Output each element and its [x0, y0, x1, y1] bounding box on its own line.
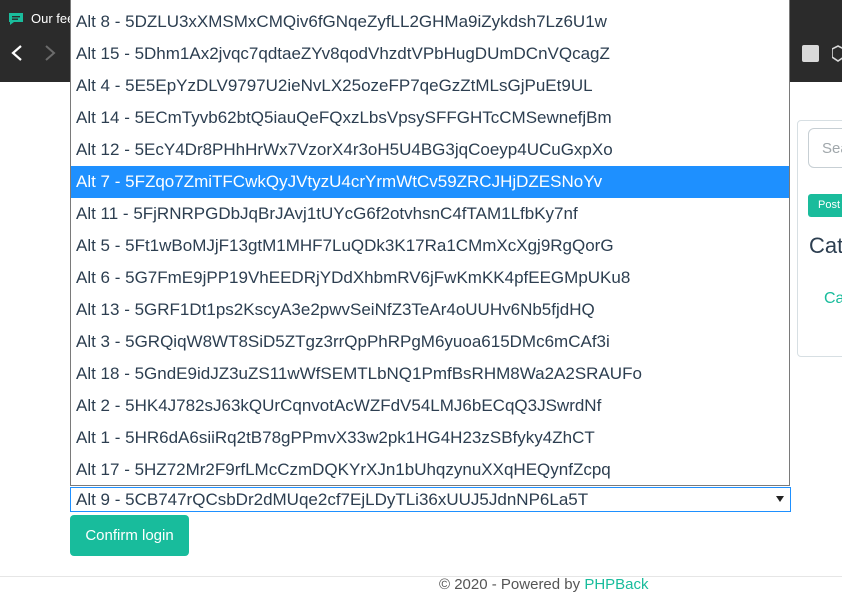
login-account-dropdown-list: Alt 8 - 5DZLU3xXMSMxCMQiv6fGNqeZyfLL2GHM… [70, 0, 790, 486]
browser-tab-title[interactable]: Our fee [31, 11, 74, 26]
footer-copyright: © 2020 - Powered by [439, 576, 585, 593]
dropdown-option[interactable]: Alt 3 - 5GRQiqW8WT8SiD5ZTgz3rrQpPhRPgM6y… [71, 326, 789, 358]
dropdown-option[interactable]: Alt 12 - 5EcY4Dr8PHhHrWx7VzorX4r3oH5U4BG… [71, 134, 789, 166]
dropdown-option[interactable]: Alt 6 - 5G7FmE9jPP19VhEEDRjYDdXhbmRV6jFw… [71, 262, 789, 294]
dropdown-option[interactable]: Alt 13 - 5GRF1Dt1ps2KscyA3e2pwvSeiNfZ3Te… [71, 294, 789, 326]
sidebar-search-input[interactable]: Sea [808, 128, 842, 168]
page: Our fee Sea Post Cat Ca Alt 8 - 5DZLU3xX… [0, 0, 842, 595]
dropdown-option[interactable]: Alt 14 - 5ECmTyvb62btQ5iauQeFQxzLbsVpsyS… [71, 102, 789, 134]
dropdown-option[interactable]: Alt 15 - 5Dhm1Ax2jvqc7qdtaeZYv8qodVhzdtV… [71, 38, 789, 70]
dropdown-option[interactable]: Alt 17 - 5HZ72Mr2F9rfLMcCzmDQKYrXJn1bUhq… [71, 454, 789, 485]
dropdown-option[interactable]: Alt 4 - 5E5EpYzDLV9797U2ieNvLX25ozeFP7qe… [71, 70, 789, 102]
dropdown-option[interactable]: Alt 8 - 5DZLU3xXMSMxCMQiv6fGNqeZyfLL2GHM… [71, 0, 789, 38]
dropdown-option[interactable]: Alt 1 - 5HR6dA6siiRq2tB78gPPmvX33w2pk1HG… [71, 422, 789, 454]
sidebar-post-button[interactable]: Post [808, 194, 842, 217]
back-arrow-icon[interactable] [10, 44, 24, 62]
select-current-value: Alt 9 - 5CB747rQCsbDr2dMUqe2cf7EjLDyTLi3… [76, 490, 589, 509]
dropdown-option[interactable]: Alt 11 - 5FjRNRPGDbJqBrJAvj1tUYcG6f2otvh… [71, 198, 789, 230]
sidebar-categories-heading: Cat [809, 233, 842, 258]
footer: © 2020 - Powered by PHPBack [439, 576, 649, 593]
dropdown-option[interactable]: Alt 5 - 5Ft1wBoMJjF13gtM1MHF7LuQDk3K17Ra… [71, 230, 789, 262]
dropdown-arrow-icon [776, 496, 784, 502]
dropdown-option[interactable]: Alt 18 - 5GndE9idJZ3uZS11wWfSEMTLbNQ1Pmf… [71, 358, 789, 390]
chat-bubble-icon [9, 13, 23, 25]
confirm-login-button[interactable]: Confirm login [70, 515, 189, 556]
dropdown-option-highlighted[interactable]: Alt 7 - 5FZqo7ZmiTFCwkQyJVtyzU4crYrmWtCv… [71, 166, 789, 198]
cube-extension-icon[interactable] [832, 45, 842, 62]
extension-icon[interactable] [802, 45, 819, 62]
footer-divider [0, 576, 842, 577]
forward-arrow-icon[interactable] [43, 44, 57, 62]
sidebar-category-link[interactable]: Ca [824, 290, 842, 308]
dropdown-option[interactable]: Alt 2 - 5HK4J782sJ63kQUrCqnvotAcWZFdV54L… [71, 390, 789, 422]
footer-phpback-link[interactable]: PHPBack [584, 576, 648, 593]
login-account-select[interactable]: Alt 9 - 5CB747rQCsbDr2dMUqe2cf7EjLDyTLi3… [70, 487, 791, 512]
